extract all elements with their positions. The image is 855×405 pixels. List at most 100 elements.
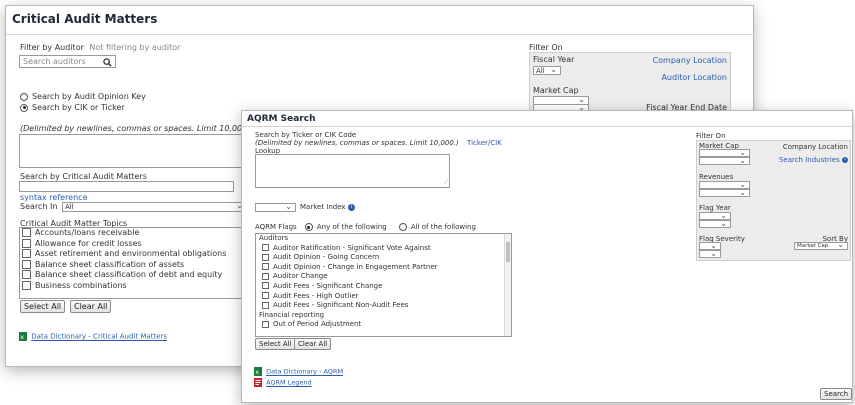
topic-label: Business combinations: [35, 280, 127, 290]
flag-checkbox[interactable]: [262, 253, 269, 261]
radio-opinion-key[interactable]: Search by Audit Opinion Key: [20, 92, 146, 101]
cam-title-divider: [6, 34, 753, 35]
flags-scrollbar-thumb[interactable]: [506, 242, 510, 262]
cam-clear-all-button[interactable]: Clear All: [70, 300, 112, 313]
info-icon[interactable]: i: [842, 157, 848, 163]
revenues-select-2[interactable]: [699, 188, 750, 197]
aqrm-market-cap-select-2[interactable]: [699, 156, 750, 165]
topic-checkbox[interactable]: [22, 280, 31, 290]
cam-data-dictionary[interactable]: x Data Dictionary - Critical Audit Matte…: [19, 332, 167, 341]
radio-any-of-following[interactable]: [304, 223, 313, 231]
topic-label: Allowance for credit losses: [35, 238, 142, 248]
topic-label: Asset retirement and environmental oblig…: [35, 249, 227, 258]
search-in-select[interactable]: All: [62, 201, 247, 212]
topic-item[interactable]: Balance sheet classification of assets: [22, 259, 246, 271]
aqrm-ticker-textarea[interactable]: ⟋: [255, 154, 450, 188]
search-auditors-input[interactable]: Search auditors: [19, 55, 116, 68]
excel-icon: x: [19, 332, 27, 341]
pdf-icon: [254, 378, 262, 387]
ticker-cik-lookup-link[interactable]: Ticker/CIK: [467, 139, 502, 147]
flag-checkbox[interactable]: [262, 292, 269, 300]
topic-label: Balance sheet classification of assets: [35, 259, 185, 269]
auditor-location-link[interactable]: Auditor Location: [661, 73, 727, 82]
flag-year-select-2[interactable]: [699, 219, 731, 228]
aqrm-delimited-row: (Delimited by newlines, commas or spaces…: [255, 139, 502, 147]
flag-label: Audit Fees - Significant Non-Audit Fees: [273, 301, 409, 310]
flag-item[interactable]: Audit Fees - Significant Non-Audit Fees: [259, 301, 511, 311]
topic-item[interactable]: Business combinations: [22, 280, 246, 292]
market-index-label: Market Index: [300, 203, 346, 211]
fiscal-year-select[interactable]: All: [533, 65, 561, 75]
topic-checkbox[interactable]: [22, 270, 31, 279]
info-icon[interactable]: i: [347, 203, 355, 211]
aqrm-select-all-button[interactable]: Select All: [255, 338, 296, 350]
flag-item[interactable]: Audit Opinion - Change in Engagement Par…: [259, 263, 511, 273]
cam-select-all-button[interactable]: Select All: [20, 300, 66, 313]
topic-item[interactable]: Balance sheet classification of debt and…: [22, 270, 246, 281]
flag-severity-select-2[interactable]: [699, 249, 721, 258]
topic-item[interactable]: Accounts/loans receivable: [22, 228, 246, 239]
flag-item[interactable]: Audit Fees - Significant Change: [259, 282, 511, 292]
all-of-following-label: All of the following: [410, 223, 476, 231]
syntax-reference-link[interactable]: syntax reference: [20, 193, 88, 202]
flag-label: Audit Opinion - Change in Engagement Par…: [273, 262, 438, 271]
market-index-select[interactable]: [255, 202, 296, 212]
aqrm-data-dictionary-link[interactable]: Data Dictionary - AQRM: [266, 368, 343, 376]
fiscal-year-label: Fiscal Year: [533, 55, 575, 64]
radio-opinion-key-label: Search by Audit Opinion Key: [32, 92, 146, 101]
aqrm-company-location-link[interactable]: Company Location: [783, 143, 848, 151]
flag-checkbox[interactable]: [262, 272, 269, 280]
search-icon[interactable]: [103, 58, 112, 67]
cik-ticker-textarea[interactable]: [19, 134, 244, 168]
aqrm-legend[interactable]: AQRM Legend: [254, 378, 312, 387]
aqrm-clear-all-button[interactable]: Clear All: [294, 338, 332, 350]
search-industries-link[interactable]: Search Industries: [779, 156, 840, 164]
svg-text:x: x: [20, 333, 24, 341]
aqrm-title-divider: [242, 126, 852, 127]
aqrm-delimited-note: (Delimited by newlines, commas or spaces…: [255, 139, 459, 147]
radio-cik-ticker[interactable]: Search by CIK or Ticker: [20, 103, 125, 112]
cam-topics-list[interactable]: Accounts/loans receivable Allowance for …: [19, 227, 247, 299]
aqrm-flags-list[interactable]: Auditors Auditor Ratification - Signific…: [255, 233, 512, 337]
flags-scrollbar[interactable]: [504, 234, 511, 336]
radio-all-of-following[interactable]: [398, 223, 407, 231]
topic-checkbox[interactable]: [22, 228, 31, 237]
topic-item[interactable]: Allowance for credit losses: [22, 238, 246, 250]
aqrm-flags-label: AQRM Flags: [255, 223, 297, 231]
flag-checkbox[interactable]: [262, 263, 269, 271]
aqrm-search-button[interactable]: Search: [820, 388, 853, 400]
resize-handle-icon[interactable]: ⟋: [444, 179, 448, 187]
flag-checkbox[interactable]: [262, 301, 269, 309]
cam-filter-on-label: Filter On: [529, 43, 563, 52]
search-industries-row[interactable]: Search Industries i: [779, 156, 848, 164]
search-in-value: All: [65, 203, 74, 211]
sort-by-select[interactable]: Market Cap: [794, 241, 848, 250]
flag-label: Out of Period Adjustment: [273, 320, 362, 329]
company-location-link[interactable]: Company Location: [653, 56, 727, 65]
flag-item[interactable]: Auditor Ratification - Significant Vote …: [259, 244, 511, 254]
flag-item[interactable]: Auditor Change: [259, 272, 511, 282]
cam-market-cap-label: Market Cap: [533, 86, 579, 95]
topic-label: Accounts/loans receivable: [35, 228, 140, 237]
aqrm-data-dictionary[interactable]: x Data Dictionary - AQRM: [254, 367, 343, 376]
flag-checkbox[interactable]: [262, 282, 269, 290]
flag-item[interactable]: Out of Period Adjustment: [259, 320, 511, 330]
flag-checkbox[interactable]: [262, 244, 269, 252]
filter-by-auditor-label: Filter by Auditor: [20, 43, 84, 52]
topic-checkbox[interactable]: [22, 259, 31, 269]
flag-item[interactable]: Audit Fees - High Outlier: [259, 292, 511, 302]
search-auditors-placeholder: Search auditors: [23, 57, 86, 66]
radio-opinion-key-control[interactable]: [20, 92, 28, 101]
cam-data-dictionary-link[interactable]: Data Dictionary - Critical Audit Matters: [31, 333, 167, 341]
topic-checkbox[interactable]: [22, 249, 31, 258]
radio-cik-ticker-control[interactable]: [20, 103, 28, 112]
flag-label: Audit Fees - High Outlier: [273, 291, 359, 300]
topic-checkbox[interactable]: [22, 238, 31, 248]
cam-search-input[interactable]: [19, 181, 234, 192]
flag-checkbox[interactable]: [262, 320, 269, 328]
topic-item[interactable]: Asset retirement and environmental oblig…: [22, 249, 246, 260]
aqrm-legend-link[interactable]: AQRM Legend: [266, 379, 312, 387]
topic-label: Balance sheet classification of debt and…: [35, 270, 223, 279]
flag-item[interactable]: Audit Opinion - Going Concern: [259, 253, 511, 263]
search-by-cam-label: Search by Critical Audit Matters: [20, 172, 147, 181]
